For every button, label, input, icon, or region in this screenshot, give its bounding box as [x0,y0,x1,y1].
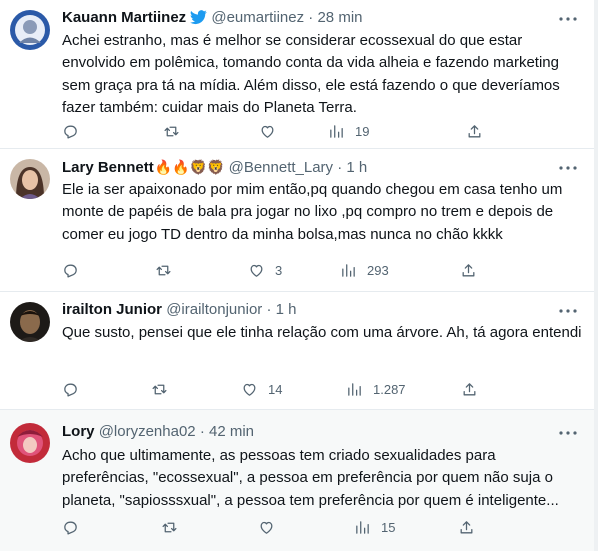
reply-icon [64,383,77,397]
name-emoji: 🔥🔥🦁🦁 [154,159,225,175]
reply-icon [64,521,77,535]
reply-icon [64,125,77,139]
tweet[interactable]: Kauann Martiinez @eumartiinez · 28 min A… [0,0,594,149]
tweet[interactable]: Lary Bennett🔥🔥🦁🦁 @Bennett_Lary · 1 h Ele… [0,149,594,292]
views-button[interactable]: 15 [354,517,395,537]
like-icon [250,264,263,277]
share-button[interactable] [466,121,483,141]
tweet-actions: 15 [62,517,492,537]
display-name[interactable]: Lory [62,423,95,440]
views-icon [356,520,369,534]
reply-button[interactable] [62,260,89,280]
more-icon[interactable] [556,302,580,320]
views-button[interactable]: 293 [340,260,389,280]
retweet-icon [152,384,167,394]
share-button[interactable] [460,260,477,280]
share-icon [462,263,475,276]
tweet-feed: Kauann Martiinez @eumartiinez · 28 min A… [0,0,598,551]
timestamp[interactable]: 42 min [209,423,254,440]
tweet-header: Lary Bennett🔥🔥🦁🦁 @Bennett_Lary · 1 h [62,159,368,176]
handle[interactable]: @irailtonjunior [166,301,262,318]
more-icon[interactable] [556,159,580,177]
tweet-actions: 19 [62,121,492,141]
reply-icon [64,264,77,278]
tweet-text: Achei estranho, mas é melhor se consider… [62,32,560,116]
retweet-button[interactable] [151,379,178,399]
timestamp[interactable]: 28 min [317,9,362,26]
views-icon [330,124,343,138]
display-name[interactable]: irailton Junior [62,301,162,318]
retweet-button[interactable] [155,260,182,280]
like-icon [261,125,274,138]
tweet-text: Que susto, pensei que ele tinha relação … [62,324,582,341]
display-name[interactable]: Lary Bennett [62,159,154,176]
share-icon [468,124,481,137]
column-border [594,0,598,551]
share-button[interactable] [458,517,475,537]
handle[interactable]: @eumartiinez [211,9,304,26]
tweet[interactable]: Lory @loryzenha02 · 42 min Acho que ulti… [0,410,594,551]
avatar[interactable] [10,159,50,199]
tweet-text: Acho que ultimamente, as pessoas tem cri… [62,447,559,509]
retweet-button[interactable] [161,517,188,537]
retweet-icon [164,126,179,136]
avatar[interactable] [10,302,50,342]
retweet-icon [162,522,177,532]
views-count: 1.287 [373,381,406,397]
reply-button[interactable] [62,379,89,399]
views-count: 19 [355,123,370,139]
timestamp[interactable]: 1 h [346,159,367,176]
tweet-header: Lory @loryzenha02 · 42 min [62,423,255,440]
handle[interactable]: @loryzenha02 [99,423,196,440]
views-icon [348,382,361,396]
reply-button[interactable] [62,121,89,141]
verified-icon [190,8,207,31]
views-count: 293 [367,262,389,278]
views-icon [342,263,355,277]
like-icon [260,521,273,534]
avatar[interactable] [10,423,50,463]
more-icon[interactable] [556,424,580,442]
views-button[interactable]: 1.287 [346,379,406,399]
timestamp[interactable]: 1 h [276,301,297,318]
retweet-button[interactable] [163,121,190,141]
share-icon [460,520,473,533]
tweet-text: Ele ia ser apaixonado por mim então,pq q… [62,181,563,243]
reply-button[interactable] [62,517,89,537]
handle[interactable]: @Bennett_Lary [229,159,333,176]
like-icon [243,383,256,396]
like-button[interactable]: 3 [248,260,282,280]
tweet-actions: 14 1.287 [62,379,492,399]
share-icon [463,382,476,395]
tweet-header: irailton Junior @irailtonjunior · 1 h [62,301,297,318]
display-name[interactable]: Kauann Martiinez [62,9,186,26]
more-icon[interactable] [556,10,580,28]
views-button[interactable]: 19 [328,121,369,141]
like-count: 14 [268,381,283,397]
retweet-icon [156,265,171,275]
share-button[interactable] [461,379,478,399]
tweet-header: Kauann Martiinez @eumartiinez · 28 min [62,8,363,31]
avatar[interactable] [10,10,50,50]
like-button[interactable] [259,121,286,141]
views-count: 15 [381,519,396,535]
like-button[interactable]: 14 [241,379,282,399]
tweet[interactable]: irailton Junior @irailtonjunior · 1 h Qu… [0,292,594,410]
like-count: 3 [275,262,283,278]
tweet-actions: 3 293 [62,260,492,280]
like-button[interactable] [258,517,285,537]
